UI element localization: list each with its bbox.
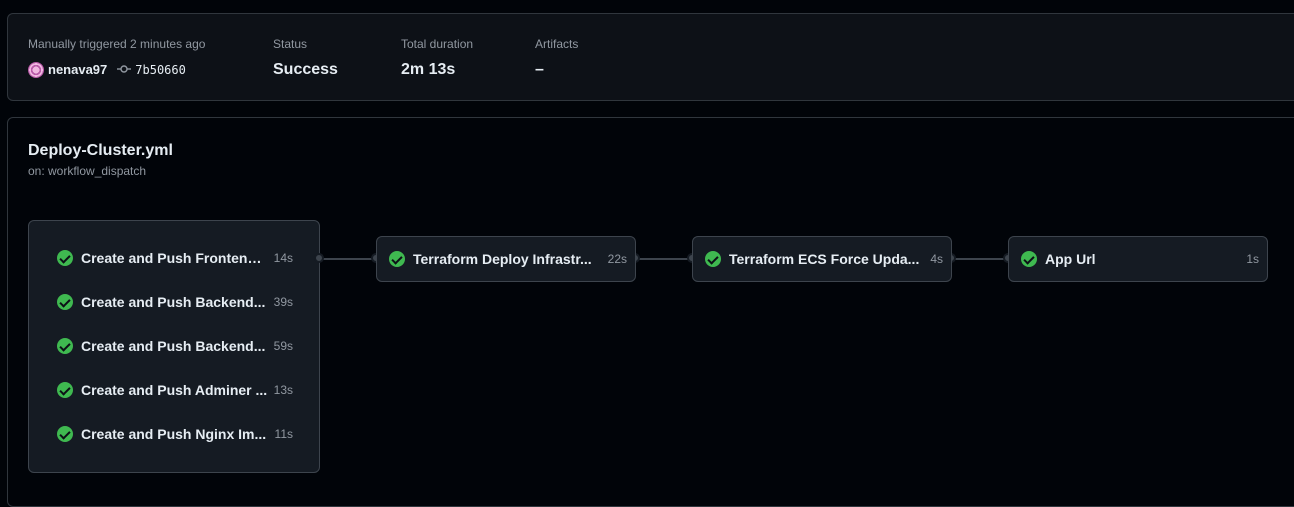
job-name: Create and Push Adminer ... (81, 382, 268, 398)
check-circle-icon (57, 294, 73, 310)
job-name: Create and Push Nginx Im... (81, 426, 267, 442)
job-name: Create and Push Frontend... (81, 250, 268, 266)
job-name: Terraform Deploy Infrastr... (413, 251, 592, 267)
artifacts-block: Artifacts – (535, 36, 578, 80)
job-duration: 59s (273, 339, 293, 353)
job-duration: 22s (607, 252, 627, 266)
job-name: Terraform ECS Force Upda... (729, 251, 920, 267)
job-duration: 11s (274, 427, 293, 441)
status-block: Status Success (273, 36, 338, 80)
artifacts-value: – (535, 61, 544, 78)
connector-node (314, 253, 324, 263)
job-duration: 14s (273, 251, 293, 265)
check-circle-icon (57, 338, 73, 354)
job-row[interactable]: Create and Push Backend... 39s (57, 292, 293, 312)
job-row[interactable]: Create and Push Nginx Im... 11s (57, 424, 293, 444)
job-duration: 39s (273, 295, 293, 309)
commit-icon (117, 61, 132, 79)
duration-label: Total duration (401, 37, 474, 51)
job-duration: 13s (273, 383, 293, 397)
actor-link[interactable]: nenava97 (48, 61, 107, 79)
matrix-job-group: Create and Push Frontend... 14s Create a… (28, 220, 320, 473)
workflow-title[interactable]: Deploy-Cluster.yml (28, 142, 173, 160)
job-row: App Url 1s (1021, 249, 1259, 269)
check-circle-icon (57, 382, 73, 398)
trigger-info: Manually triggered 2 minutes ago nenava9… (28, 36, 205, 79)
status-label: Status (273, 37, 308, 51)
artifacts-label: Artifacts (535, 37, 579, 51)
job-name: Create and Push Backend... (81, 338, 266, 354)
job-duration: 4s (930, 252, 943, 266)
edge-connector (636, 258, 693, 260)
check-circle-icon (705, 251, 721, 267)
status-value: Success (273, 61, 338, 78)
check-circle-icon (1021, 251, 1037, 267)
avatar[interactable] (28, 62, 44, 78)
check-circle-icon (57, 250, 73, 266)
job-row[interactable]: Create and Push Backend... 59s (57, 336, 293, 356)
check-circle-icon (57, 426, 73, 442)
job-card[interactable]: Terraform Deploy Infrastr... 22s (376, 236, 636, 282)
job-card[interactable]: App Url 1s (1008, 236, 1268, 282)
commit-link[interactable]: 7b50660 (135, 61, 186, 79)
job-row[interactable]: Create and Push Frontend... 14s (57, 248, 293, 268)
duration-block: Total duration 2m 13s (401, 36, 473, 80)
job-row: Terraform Deploy Infrastr... 22s (389, 249, 627, 269)
edge-connector (320, 258, 377, 260)
job-name: Create and Push Backend... (81, 294, 266, 310)
job-duration: 1s (1246, 252, 1259, 266)
check-circle-icon (389, 251, 405, 267)
run-summary: Manually triggered 2 minutes ago nenava9… (7, 13, 1294, 101)
job-card[interactable]: Terraform ECS Force Upda... 4s (692, 236, 952, 282)
workflow-trigger: on: workflow_dispatch (28, 164, 147, 178)
duration-value: 2m 13s (401, 61, 456, 78)
job-row[interactable]: Create and Push Adminer ... 13s (57, 380, 293, 400)
workflow-graph: Deploy-Cluster.yml on: workflow_dispatch… (7, 117, 1294, 507)
edge-connector (952, 258, 1009, 260)
job-row: Terraform ECS Force Upda... 4s (705, 249, 943, 269)
job-name: App Url (1045, 251, 1096, 267)
trigger-label: Manually triggered 2 minutes ago (28, 37, 206, 51)
